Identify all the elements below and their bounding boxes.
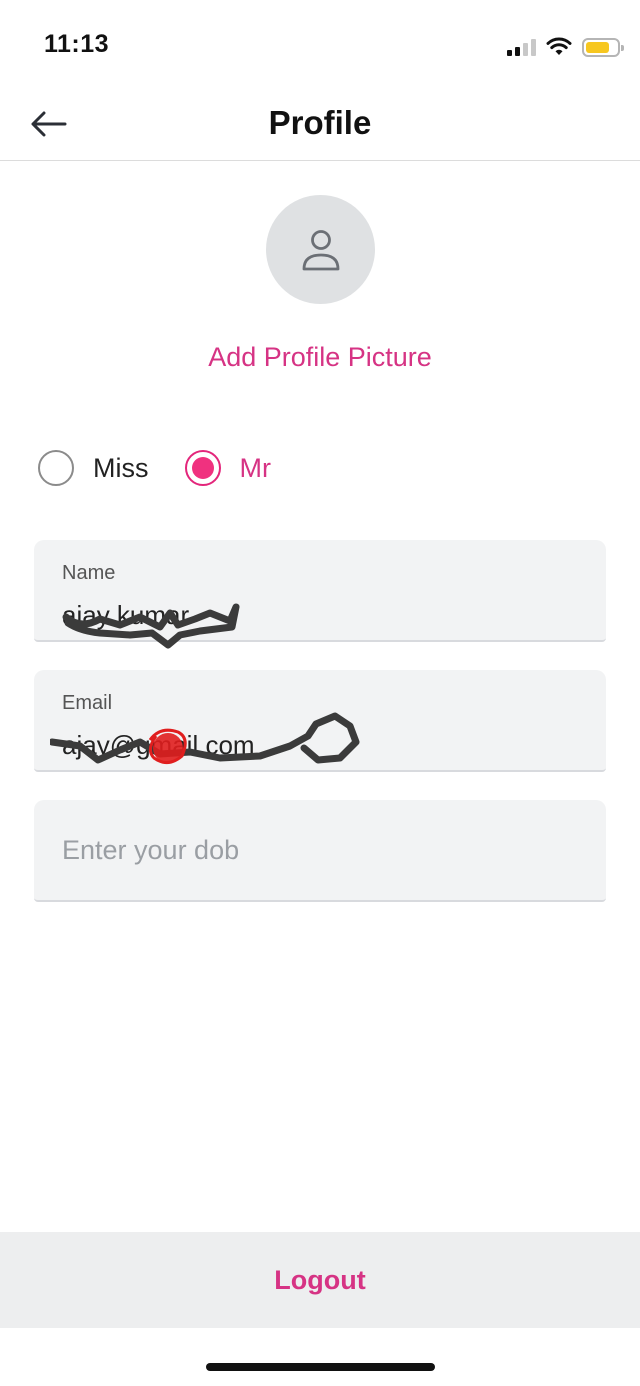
app-header: Profile <box>0 92 640 161</box>
logout-button[interactable]: Logout <box>0 1232 640 1328</box>
dob-field[interactable]: Enter your dob <box>34 800 606 902</box>
cellular-signal-icon <box>507 38 536 56</box>
email-field[interactable]: Email ajay@gmail.com <box>34 670 606 772</box>
email-field-value: ajay@gmail.com <box>62 730 255 760</box>
radio-label-mr: Mr <box>239 452 271 483</box>
wifi-icon <box>546 37 572 55</box>
radio-button-mr[interactable] <box>184 450 221 486</box>
page-title: Profile <box>268 104 372 141</box>
home-indicator[interactable] <box>206 1363 435 1371</box>
avatar[interactable] <box>266 195 375 304</box>
radio-option-miss[interactable]: Miss <box>38 450 149 486</box>
status-time: 11:13 <box>44 30 110 58</box>
status-bar: 11:13 <box>0 0 640 92</box>
user-icon <box>302 229 339 270</box>
radio-label-miss: Miss <box>93 452 149 483</box>
status-icons <box>507 36 624 58</box>
name-field-value: ajay kumar <box>62 600 190 630</box>
email-field-label: Email <box>62 692 113 714</box>
logout-label: Logout <box>274 1264 366 1295</box>
radio-button-miss[interactable] <box>38 450 74 486</box>
dob-field-placeholder: Enter your dob <box>62 835 240 865</box>
title-radio-group: Miss Mr <box>38 450 271 486</box>
battery-icon <box>582 37 624 57</box>
radio-option-mr[interactable]: Mr <box>184 450 271 486</box>
name-field-label: Name <box>62 562 116 584</box>
add-profile-picture-link[interactable]: Add Profile Picture <box>0 342 640 373</box>
name-field[interactable]: Name ajay kumar <box>34 540 606 649</box>
